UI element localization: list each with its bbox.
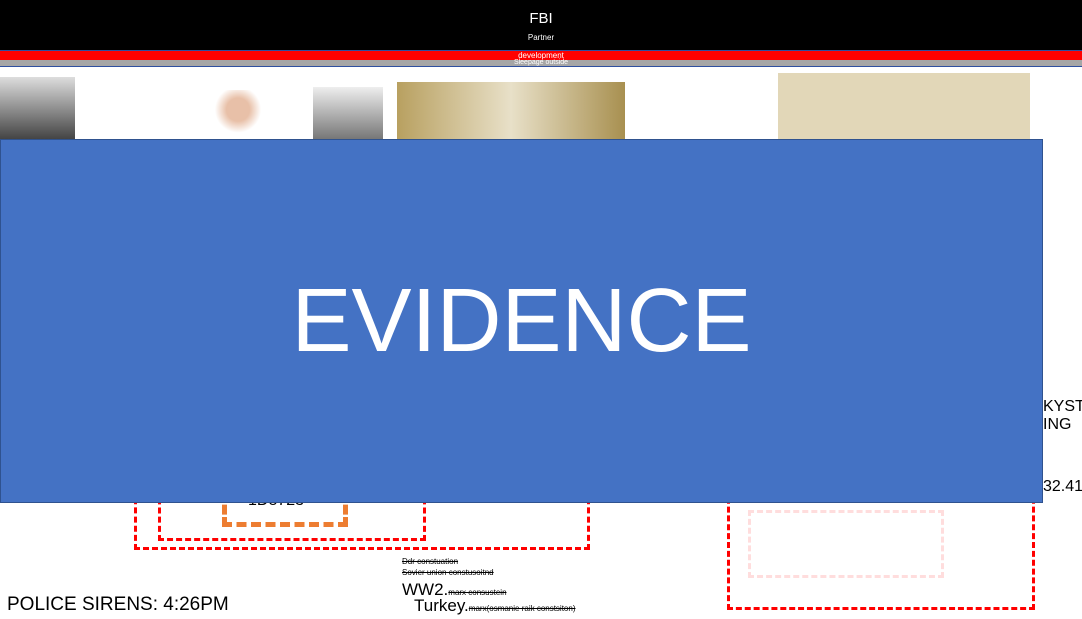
right-text-line1: KYST bbox=[1043, 398, 1082, 415]
header: FBI Partner bbox=[0, 0, 1082, 50]
police-sirens-text: POLICE SIRENS: 4:26PM bbox=[7, 594, 229, 615]
note-turkey: Turkey.marx(osmanie raik constsiton) bbox=[414, 596, 576, 616]
note-ddr: Ddr constuation bbox=[402, 557, 459, 566]
faint-frame bbox=[748, 510, 944, 578]
gray-banner: Sleepage outside bbox=[0, 59, 1082, 67]
group-photo bbox=[313, 87, 383, 139]
portrait-photo-man bbox=[0, 77, 75, 139]
right-text-line2: ING bbox=[1043, 416, 1072, 433]
evidence-banner: EVIDENCE bbox=[0, 139, 1043, 503]
header-title: FBI bbox=[529, 10, 553, 27]
turkey-label: Turkey. bbox=[414, 596, 469, 615]
constitution-photo bbox=[778, 73, 1030, 139]
turkey-note: marx(osmanie raik constsiton) bbox=[468, 604, 576, 613]
header-subtitle: Partner bbox=[527, 33, 555, 42]
note-soviet: Sovier union constusoitnd bbox=[402, 568, 494, 577]
portrait-photo-woman bbox=[213, 90, 263, 139]
right-text: KYST ING bbox=[1043, 398, 1082, 434]
right-number: 32.41 bbox=[1043, 478, 1082, 495]
oval-office-photo bbox=[397, 82, 625, 139]
